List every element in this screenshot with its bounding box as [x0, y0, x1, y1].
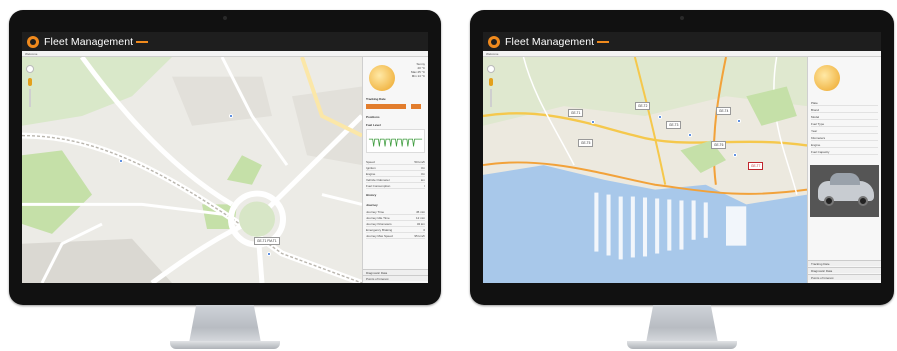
street-view-icon[interactable] — [489, 78, 493, 86]
app-header: Fleet Management — [22, 32, 428, 51]
footer-item-diagnostic[interactable]: Diagnostic Data — [808, 267, 881, 273]
vehicle-pin-icon[interactable] — [591, 120, 595, 124]
fuel-level-chart — [366, 129, 425, 153]
vehicle-pin-icon[interactable] — [658, 115, 662, 119]
screen-left: Fleet Management Welcome GE-T1 FM-T1 Sun… — [22, 32, 428, 283]
monitor-left: Fleet Management Welcome GE-T1 FM-T1 Sun… — [9, 10, 441, 305]
footer-item-poi[interactable]: Points of Interest — [363, 275, 428, 281]
footer-item-tracking[interactable]: Tracking Date — [808, 260, 881, 266]
journey-row: Journey Max Speed 95 km/h — [366, 234, 425, 239]
app-logo-icon — [27, 35, 39, 48]
tracking-date-label: Tracking Date — [366, 97, 386, 101]
vehicle-marker[interactable]: GE-T4 — [716, 107, 732, 115]
monitor-right: Fleet Management Welcome GE-T1 GE-T2 GE-… — [470, 10, 894, 305]
vehicle-marker[interactable]: GE-T6 — [711, 141, 727, 149]
street-map[interactable]: GE-T1 FM-T1 — [22, 57, 362, 283]
monitor-stand-right — [646, 305, 718, 343]
footer-item-poi[interactable]: Points of Interest — [808, 274, 881, 280]
vehicle-pin-icon[interactable] — [733, 153, 737, 157]
wheel-shape — [824, 196, 834, 206]
monitor-base-right — [627, 341, 737, 349]
vehicle-marker[interactable]: GE-T5 — [578, 139, 594, 147]
poi-pin-icon[interactable] — [119, 159, 123, 163]
history-label: History — [366, 193, 377, 197]
map-canvas[interactable] — [22, 57, 362, 283]
journey-row: Journey Kilometers 32 km — [366, 222, 425, 227]
sunny-weather-icon — [814, 65, 840, 91]
detail-row: Vehicle Odometer km — [366, 178, 425, 183]
vehicle-pin-icon[interactable] — [267, 252, 271, 256]
vehicle-detail-row: Plate — [811, 101, 878, 106]
vehicle-detail-row: Engine — [811, 143, 878, 148]
detail-row: Speed 50 km/h — [366, 160, 425, 165]
vehicle-marker[interactable]: GE-T1 FM-T1 — [254, 237, 280, 245]
app-logo-icon — [488, 35, 500, 48]
poi-pin-icon[interactable] — [229, 114, 233, 118]
vehicle-detail-row: Fuel Type — [811, 122, 878, 127]
vehicle-detail-row: Brand — [811, 108, 878, 113]
weather-info: Sunny 20 °C Max 25 °C Min 14 °C — [410, 62, 425, 78]
detail-row: Ignition On — [366, 166, 425, 171]
journey-label: Journey — [366, 203, 378, 207]
vehicle-marker[interactable]: GE-T1 — [568, 109, 584, 117]
app-title: Fleet Management — [505, 36, 609, 48]
detail-row: Engine On — [366, 172, 425, 177]
product-showcase: Fleet Management Welcome GE-T1 FM-T1 Sun… — [0, 0, 897, 351]
pan-control-icon[interactable] — [26, 65, 34, 73]
vehicle-detail-row: Model — [811, 115, 878, 120]
search-button[interactable] — [411, 104, 421, 109]
vehicle-marker[interactable]: GE-T2 — [635, 102, 651, 110]
vehicle-sidebar: Sunny 20 °C Max 25 °C Min 14 °C Tracking… — [362, 57, 428, 283]
map-canvas[interactable] — [483, 57, 807, 283]
vehicle-marker-alert[interactable]: GE-T7 — [748, 162, 764, 170]
app-title: Fleet Management — [44, 36, 148, 48]
positions-label: Positions — [366, 115, 380, 119]
vehicle-photo — [810, 165, 879, 217]
vehicle-detail-row: Year — [811, 129, 878, 134]
journey-row: Emergency Braking 0 — [366, 228, 425, 233]
date-range-input[interactable] — [366, 104, 406, 109]
vehicle-pin-icon[interactable] — [688, 133, 692, 137]
app-header: Fleet Management — [483, 32, 881, 51]
zoom-slider[interactable] — [490, 89, 492, 107]
journey-row: Journey Time 45 min — [366, 210, 425, 215]
sunny-weather-icon — [369, 65, 395, 91]
journey-row: Journey Idle Time 12 min — [366, 216, 425, 221]
monitor-base-left — [170, 341, 280, 349]
screen-right: Fleet Management Welcome GE-T1 GE-T2 GE-… — [483, 32, 881, 283]
vehicle-detail-row: Kilometers — [811, 136, 878, 141]
zoom-slider[interactable] — [29, 89, 31, 107]
city-map[interactable]: GE-T1 GE-T2 GE-T3 GE-T4 GE-T5 GE-T6 GE-T… — [483, 57, 807, 283]
detail-row: Fuel Consumption l — [366, 184, 425, 189]
fuel-chart-plot — [368, 138, 423, 147]
camera-icon — [680, 16, 684, 20]
camera-icon — [223, 16, 227, 20]
street-view-icon[interactable] — [28, 78, 32, 86]
vehicle-marker[interactable]: GE-T3 — [666, 121, 682, 129]
vehicle-detail-row: Fuel Capacity — [811, 150, 878, 155]
vehicle-pin-icon[interactable] — [737, 119, 741, 123]
monitor-stand-left — [189, 305, 261, 343]
vehicle-sidebar: Plate Brand Model Fuel Type Year Kilomet… — [807, 57, 881, 283]
pan-control-icon[interactable] — [487, 65, 495, 73]
wheel-shape — [858, 196, 868, 206]
